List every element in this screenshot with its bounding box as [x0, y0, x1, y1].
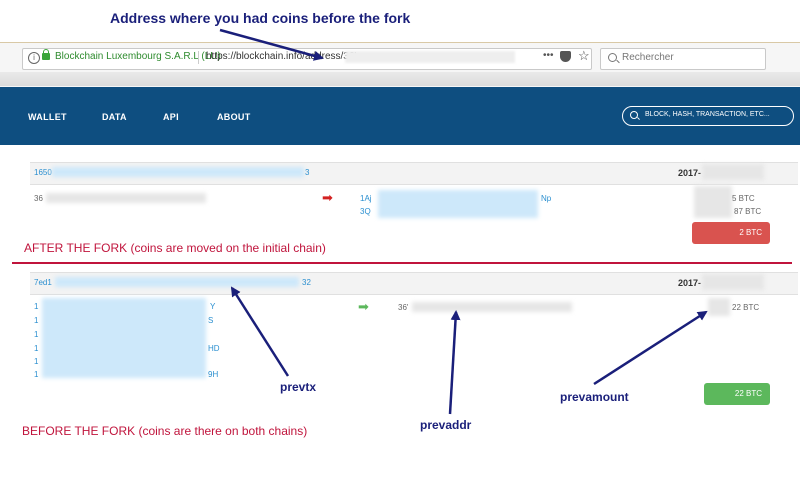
- annotation-arrows: [219, 28, 708, 415]
- arrow-prevaddr: [448, 310, 461, 415]
- arrow-prevamount: [593, 310, 708, 386]
- arrow-top-note: [219, 28, 324, 61]
- arrow-prevtx: [230, 286, 290, 377]
